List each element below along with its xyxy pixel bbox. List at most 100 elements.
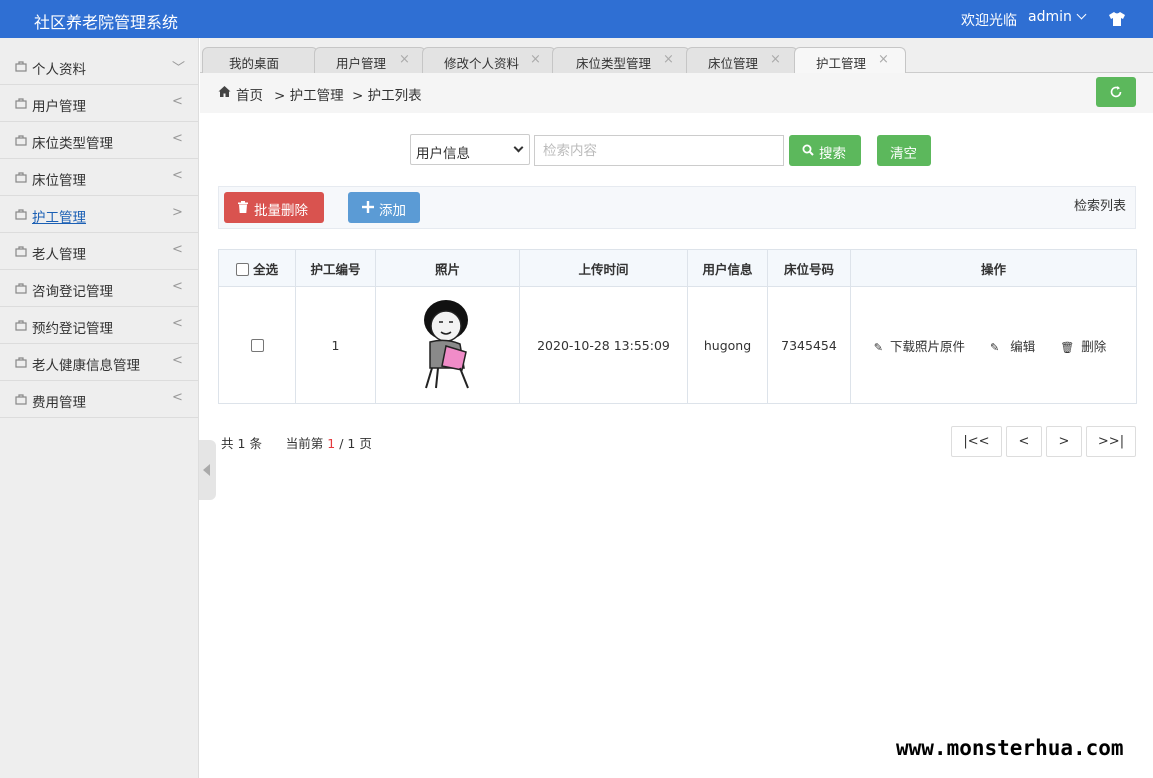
search-icon[interactable] xyxy=(802,144,814,156)
last-page-button[interactable]: >>| xyxy=(1086,426,1136,457)
close-icon[interactable]: × xyxy=(530,52,541,67)
search-field-value[interactable]: 用户信息 xyxy=(416,142,470,162)
sidebar-item-label[interactable]: 用户管理 xyxy=(32,95,86,115)
bag-icon xyxy=(15,246,27,257)
sidebar-item-label[interactable]: 老人管理 xyxy=(32,243,86,263)
edit-label[interactable]: 编辑 xyxy=(1010,339,1035,354)
sidebar-item-bed-types[interactable]: 床位类型管理 < xyxy=(0,122,198,159)
welcome-text: 欢迎光临 xyxy=(961,13,1017,29)
search-field-select[interactable]: 用户信息 xyxy=(410,134,530,165)
batch-delete-label[interactable]: 批量删除 xyxy=(254,199,308,219)
caregiver-photo[interactable] xyxy=(408,294,488,394)
close-icon[interactable]: × xyxy=(663,52,674,67)
chevron-left-icon: < xyxy=(172,94,183,109)
search-button[interactable]: 搜索 xyxy=(789,135,861,166)
sidebar-item-label[interactable]: 咨询登记管理 xyxy=(32,280,113,300)
current-prefix: 当前第 xyxy=(285,436,324,451)
bag-icon xyxy=(15,283,27,294)
first-page-button[interactable]: |<< xyxy=(951,426,1002,457)
sidebar-collapse-handle[interactable] xyxy=(199,440,216,500)
prev-page-button[interactable]: < xyxy=(1006,426,1042,457)
add-button[interactable]: 添加 xyxy=(348,192,420,223)
tab-bar: 我的桌面 用户管理 × 修改个人资料 × 床位类型管理 × 床位管理 × 护工管理 × xyxy=(200,38,1153,74)
select-all-header[interactable]: 全选 xyxy=(218,249,296,287)
app-title: 社区养老院管理系统 xyxy=(34,13,179,32)
user-menu[interactable]: admin xyxy=(1028,9,1087,25)
close-icon[interactable]: × xyxy=(770,52,781,67)
chevron-down-icon[interactable] xyxy=(1076,9,1087,20)
tab-label[interactable]: 床位类型管理 xyxy=(576,53,651,72)
sidebar-item-appointment[interactable]: 预约登记管理 < xyxy=(0,307,198,344)
batch-delete-button[interactable]: 批量删除 xyxy=(224,192,324,223)
sidebar-item-label[interactable]: 护工管理 xyxy=(32,206,86,226)
close-icon[interactable]: × xyxy=(399,52,410,67)
list-title: 检索列表 xyxy=(1074,199,1127,214)
username[interactable]: admin xyxy=(1028,9,1072,25)
tab-label[interactable]: 修改个人资料 xyxy=(444,53,519,72)
plus-icon[interactable] xyxy=(362,201,374,213)
download-photo-button[interactable]: ✎ 下载照片原件 xyxy=(874,339,972,354)
triangle-left-icon[interactable] xyxy=(203,464,210,476)
tab-edit-profile[interactable]: 修改个人资料 × xyxy=(422,47,556,73)
trash-icon[interactable] xyxy=(238,201,248,213)
sidebar-item-label[interactable]: 个人资料 xyxy=(32,58,86,78)
sidebar-item-beds[interactable]: 床位管理 < xyxy=(0,159,198,196)
sidebar-item-consultation[interactable]: 咨询登记管理 < xyxy=(0,270,198,307)
total-suffix: 条 xyxy=(249,436,262,451)
next-page-button[interactable]: > xyxy=(1046,426,1082,457)
bag-icon xyxy=(15,172,27,183)
refresh-icon[interactable] xyxy=(1109,85,1123,99)
cell-ops: ✎ 下载照片原件 ✎ 编辑 🗑 删除 xyxy=(850,286,1137,404)
breadcrumb-caregivers[interactable]: > 护工管理 xyxy=(274,84,344,104)
sidebar-item-users[interactable]: 用户管理 < xyxy=(0,85,198,122)
tab-label[interactable]: 用户管理 xyxy=(336,53,386,72)
select-all-label[interactable]: 全选 xyxy=(253,262,278,277)
pencil-icon[interactable]: ✎ xyxy=(990,341,999,354)
select-all-checkbox[interactable] xyxy=(235,262,249,276)
sidebar-item-caregivers[interactable]: 护工管理 > xyxy=(0,196,198,233)
sidebar-item-label[interactable]: 床位类型管理 xyxy=(32,132,113,152)
sidebar-item-label[interactable]: 费用管理 xyxy=(32,391,86,411)
sidebar-item-profile[interactable]: 个人资料 ﹀ xyxy=(0,48,198,85)
delete-label[interactable]: 删除 xyxy=(1081,339,1106,354)
sidebar-item-fees[interactable]: 费用管理 < xyxy=(0,381,198,418)
chevron-left-icon: < xyxy=(172,353,183,368)
home-icon[interactable] xyxy=(218,85,231,98)
pager-info: 共 1 条 当前第 1 / 1 页 xyxy=(221,433,372,452)
pencil-icon[interactable]: ✎ xyxy=(874,341,883,354)
breadcrumb-home[interactable]: 首页 xyxy=(236,84,263,104)
tab-label[interactable]: 我的桌面 xyxy=(229,53,279,72)
refresh-button[interactable] xyxy=(1096,77,1136,107)
chevron-left-icon: < xyxy=(172,242,183,257)
sidebar-item-elders[interactable]: 老人管理 < xyxy=(0,233,198,270)
cell-bed-no: 7345454 xyxy=(767,286,851,404)
clear-button-label[interactable]: 清空 xyxy=(890,142,917,162)
search-input[interactable] xyxy=(534,135,784,166)
sidebar-item-health[interactable]: 老人健康信息管理 < xyxy=(0,344,198,381)
tab-beds[interactable]: 床位管理 × xyxy=(686,47,798,73)
tab-caregivers[interactable]: 护工管理 × xyxy=(794,47,906,74)
delete-button[interactable]: 🗑 删除 xyxy=(1060,339,1113,354)
clear-button[interactable]: 清空 xyxy=(877,135,931,166)
add-label[interactable]: 添加 xyxy=(379,199,406,219)
trash-icon[interactable]: 🗑 xyxy=(1060,341,1074,354)
close-icon[interactable]: × xyxy=(878,52,889,67)
edit-button[interactable]: ✎ 编辑 xyxy=(990,339,1042,354)
search-button-label[interactable]: 搜索 xyxy=(819,142,846,162)
row-checkbox[interactable] xyxy=(250,338,264,352)
tshirt-icon[interactable] xyxy=(1108,10,1126,28)
tab-bed-types[interactable]: 床位类型管理 × xyxy=(552,47,690,73)
total-count: 1 xyxy=(237,436,246,451)
tab-label[interactable]: 护工管理 xyxy=(816,53,866,72)
sidebar-item-label[interactable]: 老人健康信息管理 xyxy=(32,354,140,374)
sidebar-item-label[interactable]: 床位管理 xyxy=(32,169,86,189)
chevron-right-icon: > xyxy=(172,205,183,220)
chevron-down-icon[interactable] xyxy=(513,142,524,153)
column-header-bed-no: 床位号码 xyxy=(767,249,851,287)
download-photo-label[interactable]: 下载照片原件 xyxy=(890,339,965,354)
chevron-left-icon: < xyxy=(172,316,183,331)
tab-label[interactable]: 床位管理 xyxy=(708,53,758,72)
tab-desktop[interactable]: 我的桌面 xyxy=(202,47,318,73)
tab-user-management[interactable]: 用户管理 × xyxy=(314,47,426,73)
sidebar-item-label[interactable]: 预约登记管理 xyxy=(32,317,113,337)
